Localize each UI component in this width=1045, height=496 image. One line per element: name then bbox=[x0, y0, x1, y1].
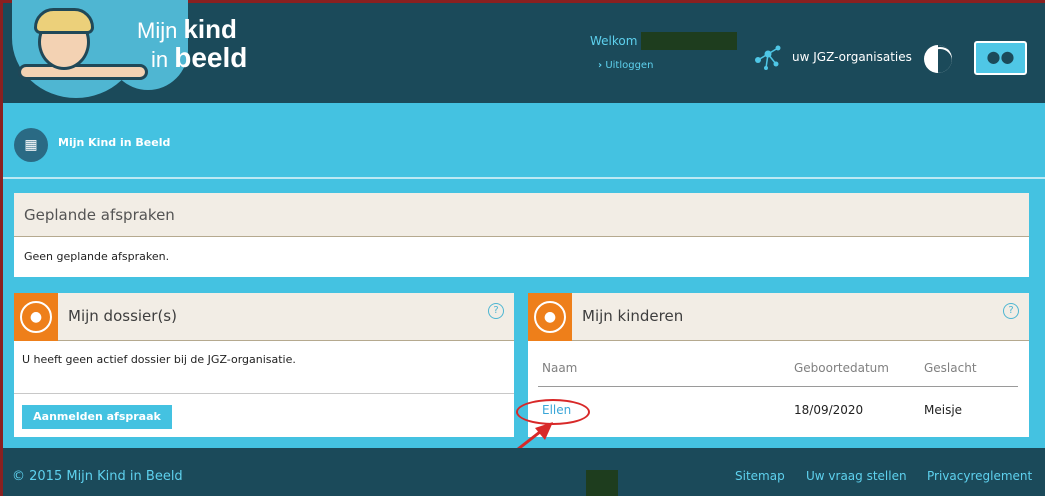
logo-link[interactable]: Mijn kind in beeld bbox=[137, 16, 247, 72]
help-icon[interactable]: ? bbox=[1003, 303, 1019, 319]
network-icon[interactable] bbox=[752, 44, 784, 72]
breadcrumb-label[interactable]: Mijn Kind in Beeld bbox=[58, 136, 170, 149]
users-icon: ● bbox=[20, 301, 52, 333]
panel-icon-box: ● bbox=[528, 293, 572, 341]
logout-link[interactable]: › Uitloggen bbox=[598, 60, 653, 71]
child-birthdate: 18/09/2020 bbox=[794, 403, 864, 417]
contrast-icon[interactable] bbox=[924, 45, 952, 73]
logo-mascot-arm bbox=[18, 64, 148, 80]
table-header-divider bbox=[538, 386, 1018, 387]
users-icon: ● bbox=[534, 301, 566, 333]
welcome-text: Welkom bbox=[590, 34, 638, 48]
logo-word: Mijn bbox=[137, 18, 184, 43]
dossier-panel: ● Mijn dossier(s) ? U heeft geen actief … bbox=[14, 293, 514, 437]
jgz-organisations-link[interactable]: uw JGZ-organisaties bbox=[792, 50, 912, 64]
column-header-gender: Geslacht bbox=[924, 361, 977, 375]
account-button[interactable]: ●● bbox=[974, 41, 1027, 75]
panel-title: Geplande afspraken bbox=[14, 193, 1029, 237]
chevron-right-icon: › bbox=[598, 60, 603, 71]
footer-link-sitemap[interactable]: Sitemap bbox=[735, 469, 785, 483]
logo-mascot-hair bbox=[34, 8, 94, 34]
logo-word-bold: beeld bbox=[174, 42, 248, 73]
children-table: Naam Geboortedatum Geslacht Ellen 18/09/… bbox=[528, 341, 1029, 437]
planned-appointments-panel: Geplande afspraken Geen geplande afsprak… bbox=[14, 193, 1029, 277]
dossier-message: U heeft geen actief dossier bij de JGZ-o… bbox=[22, 353, 296, 366]
dossier-panel-body: U heeft geen actief dossier bij de JGZ-o… bbox=[14, 341, 514, 437]
logo-word-bold: kind bbox=[183, 14, 237, 44]
children-panel-header: ● Mijn kinderen ? bbox=[528, 293, 1029, 341]
redacted-block bbox=[586, 470, 618, 496]
child-gender: Meisje bbox=[924, 403, 963, 417]
footer-link-privacy[interactable]: Privacyreglement bbox=[927, 469, 1032, 483]
column-header-name: Naam bbox=[542, 361, 578, 375]
help-icon[interactable]: ? bbox=[488, 303, 504, 319]
column-header-birthdate: Geboortedatum bbox=[794, 361, 889, 375]
copyright: © 2015 Mijn Kind in Beeld bbox=[12, 469, 183, 484]
footer-link-question[interactable]: Uw vraag stellen bbox=[806, 469, 907, 483]
dossier-panel-header: ● Mijn dossier(s) ? bbox=[14, 293, 514, 341]
divider bbox=[14, 393, 514, 394]
children-panel: ● Mijn kinderen ? Naam Geboortedatum Ges… bbox=[528, 293, 1029, 437]
logo-word: in bbox=[151, 47, 175, 72]
register-appointment-button[interactable]: Aanmelden afspraak bbox=[22, 405, 172, 429]
panel-title: Mijn kinderen bbox=[582, 307, 684, 325]
users-icon: ●● bbox=[986, 47, 1015, 66]
panel-icon-box: ● bbox=[14, 293, 58, 341]
panel-message: Geen geplande afspraken. bbox=[14, 237, 1029, 277]
grid-icon[interactable]: ▦ bbox=[14, 128, 48, 162]
logout-label: Uitloggen bbox=[605, 60, 654, 71]
panel-title: Mijn dossier(s) bbox=[68, 307, 177, 325]
redacted-username bbox=[641, 32, 737, 50]
